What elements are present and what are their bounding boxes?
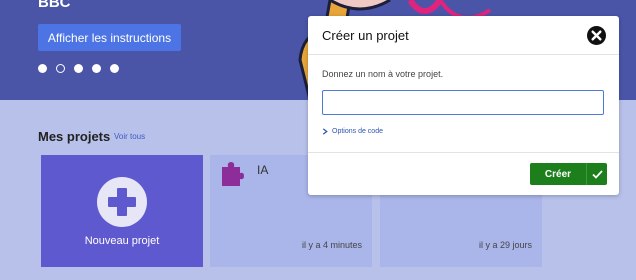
dialog-prompt: Donnez un nom à votre projet. (322, 69, 444, 79)
project-timestamp: il y a 4 minutes (301, 240, 362, 250)
carousel-dot[interactable] (110, 64, 119, 73)
dialog-title: Créer un projet (322, 28, 409, 43)
carousel-dot[interactable] (74, 64, 83, 73)
carousel-dot[interactable] (92, 64, 101, 73)
carousel-dots (38, 64, 119, 73)
create-button[interactable]: Créer (530, 163, 607, 185)
plus-icon (97, 177, 147, 227)
hero-title: BBC (38, 0, 71, 11)
create-button-label: Créer (544, 168, 572, 180)
code-options-toggle[interactable]: Options de code (322, 128, 383, 135)
my-projects-heading: Mes projets (38, 129, 111, 144)
chevron-right-icon (322, 128, 328, 135)
project-name-input[interactable] (322, 90, 604, 115)
check-icon (587, 163, 607, 185)
create-project-dialog: Créer un projet Donnez un nom à votre pr… (308, 16, 619, 195)
show-instructions-button[interactable]: Afficher les instructions (38, 24, 181, 51)
code-options-label: Options de code (332, 128, 383, 135)
carousel-dot-active[interactable] (56, 64, 65, 73)
see-all-link[interactable]: Voir tous (114, 132, 145, 141)
new-project-card[interactable]: Nouveau projet (41, 155, 203, 267)
new-project-label: Nouveau projet (84, 235, 160, 247)
dialog-footer: Créer (308, 152, 619, 195)
dialog-header: Créer un projet (308, 16, 619, 55)
puzzle-icon (222, 162, 244, 186)
project-timestamp: il y a 29 jours (478, 240, 532, 250)
carousel-dot[interactable] (38, 64, 47, 73)
project-name: IA (257, 163, 269, 177)
close-icon[interactable] (587, 26, 606, 45)
